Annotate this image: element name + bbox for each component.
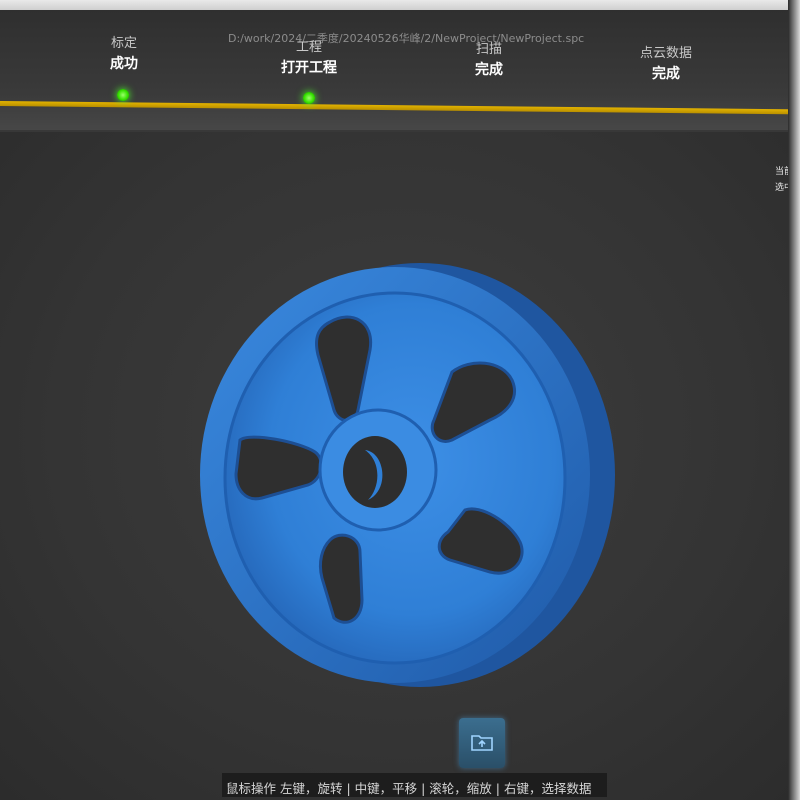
folder-open-icon (471, 735, 493, 751)
step-label: 标定 (110, 36, 137, 51)
open-project-button[interactable] (459, 718, 505, 768)
status-bar: 鼠标操作 左键，旋转 | 中键，平移 | 滚轮，缩放 | 右键，选择数据 (222, 773, 607, 797)
step-status: 完成 (652, 66, 680, 82)
workflow-progress-line (0, 101, 800, 115)
step-label: 扫描 (475, 42, 502, 57)
mouse-hint-text: 鼠标操作 左键，旋转 | 中键，平移 | 滚轮，缩放 | 右键，选择数据 (226, 781, 592, 796)
workflow-header: D:/work/2024/二季度/20240526华峰/2/NewProject… (0, 10, 800, 142)
step-label: 点云数据 (639, 46, 692, 61)
step-done-dot (117, 89, 129, 101)
step-project[interactable]: 工程 打开工程 (249, 36, 369, 77)
monitor-bezel-top (0, 0, 800, 10)
scanned-wheel-model[interactable] (190, 260, 620, 700)
step-scan[interactable]: 扫描 完成 (429, 38, 549, 79)
step-status: 打开工程 (281, 60, 337, 76)
scanner-app-window: D:/work/2024/二季度/20240526华峰/2/NewProject… (0, 0, 800, 800)
step-calibration[interactable]: 标定 成功 (64, 32, 184, 73)
step-label: 工程 (295, 40, 322, 55)
wheel-mesh (200, 263, 615, 687)
step-status: 成功 (110, 56, 138, 72)
monitor-bezel-right (788, 0, 800, 800)
step-status: 完成 (475, 62, 503, 78)
step-done-dot (303, 92, 315, 104)
step-point-cloud[interactable]: 点云数据 完成 (606, 42, 726, 83)
